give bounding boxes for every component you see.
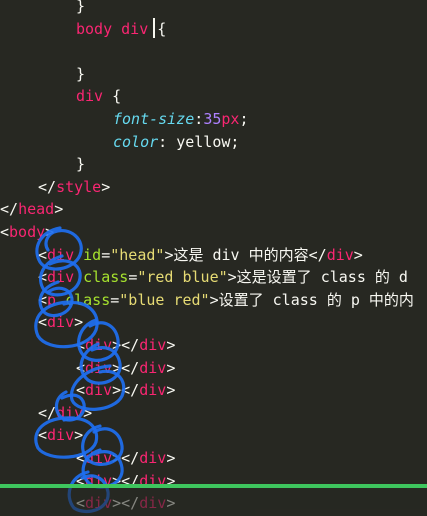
code-token: div: [139, 449, 167, 467]
code-line[interactable]: </head>: [0, 198, 63, 221]
code-line[interactable]: }: [76, 0, 85, 18]
code-token: >: [74, 426, 84, 445]
code-line[interactable]: color: yellow;: [113, 131, 239, 154]
code-token: class: [65, 290, 111, 309]
code-token: >这是设置了 class 的 d: [227, 268, 408, 287]
code-token: :: [158, 132, 177, 151]
code-token: >: [166, 358, 176, 377]
code-token: head: [18, 200, 55, 219]
code-token: div: [326, 245, 354, 264]
code-token: <: [38, 313, 48, 332]
code-token: ></: [112, 336, 140, 354]
code-token: <: [38, 268, 48, 287]
code-line[interactable]: }: [76, 63, 85, 86]
code-token: body div: [76, 19, 149, 38]
code-line[interactable]: <div id="head">这是 div 中的内容</div>: [38, 244, 363, 267]
code-token: <: [76, 449, 86, 467]
code-token: >: [83, 403, 93, 422]
code-line[interactable]: <p class="blue red">设置了 class 的 p 中的内: [38, 289, 414, 312]
code-token: div: [139, 336, 167, 354]
code-line[interactable]: }: [76, 153, 85, 176]
code-token: =: [110, 290, 120, 309]
code-token: div: [139, 358, 167, 377]
code-token: div: [47, 426, 75, 445]
code-token: </: [38, 177, 57, 196]
code-token: </: [0, 200, 19, 219]
code-token: >: [45, 223, 55, 241]
code-token: div: [139, 381, 167, 400]
code-token: <: [76, 336, 86, 354]
code-token: ;: [230, 132, 240, 151]
code-token: ></: [112, 449, 140, 467]
code-line[interactable]: <body>: [0, 221, 54, 244]
code-token: class: [83, 268, 129, 287]
code-token: "blue red": [119, 290, 210, 309]
code-editor[interactable]: } body div {} div {font-size:35px; color: y…: [0, 0, 427, 516]
code-token: ></: [112, 358, 140, 377]
code-line[interactable]: <div></div>: [76, 447, 175, 470]
code-token: yellow: [176, 132, 231, 151]
code-token: <: [76, 358, 86, 377]
code-token: {: [148, 19, 167, 38]
code-token: font-size: [113, 110, 195, 128]
code-token: <: [38, 245, 48, 264]
code-token: <: [38, 426, 48, 445]
code-line[interactable]: <div>: [38, 311, 83, 334]
code-token: :: [194, 110, 204, 128]
code-token: px: [221, 110, 240, 128]
code-token: p: [47, 290, 57, 309]
code-token: }: [76, 0, 86, 15]
code-line[interactable]: <div></div>: [76, 357, 175, 380]
code-line[interactable]: </style>: [38, 176, 110, 199]
code-token: 35: [203, 110, 222, 128]
code-token: "head": [110, 245, 165, 264]
code-token: div: [76, 87, 104, 106]
code-token: >: [353, 245, 363, 264]
code-token: div: [47, 313, 75, 332]
code-line[interactable]: <div class="red blue">这是设置了 class 的 d: [38, 266, 408, 289]
code-token: div: [47, 245, 75, 264]
code-token: ></: [112, 381, 140, 400]
code-token: =: [128, 268, 138, 287]
code-token: body: [9, 223, 46, 241]
code-token: >: [166, 336, 176, 354]
bottom-fade-overlay: [0, 488, 427, 516]
code-line[interactable]: <div>: [38, 424, 83, 447]
code-token: }: [76, 64, 86, 83]
code-token: >设置了 class 的 p 中的内: [209, 290, 414, 309]
code-token: >: [166, 381, 176, 400]
code-token: div: [56, 403, 84, 422]
code-token: ;: [239, 110, 249, 128]
code-token: color: [113, 132, 159, 151]
code-token: <: [0, 223, 10, 241]
code-token: <: [38, 290, 48, 309]
code-token: >: [166, 449, 176, 467]
code-line[interactable]: div {: [76, 85, 121, 108]
code-token: </: [38, 403, 57, 422]
code-line[interactable]: <div></div>: [76, 379, 175, 402]
code-token: div: [85, 358, 113, 377]
code-token: div: [85, 449, 113, 467]
code-token: >: [101, 177, 111, 196]
code-token: div: [85, 381, 113, 400]
code-token: id: [83, 245, 102, 264]
text-cursor: [153, 18, 155, 38]
code-token: {: [103, 87, 122, 106]
code-token: div: [85, 336, 113, 354]
code-token: =: [101, 245, 111, 264]
code-token: "red blue": [137, 268, 228, 287]
code-line[interactable]: <div></div>: [76, 334, 175, 357]
code-token: style: [56, 177, 102, 196]
code-token: <: [76, 381, 86, 400]
code-token: >这是 div 中的内容</: [164, 245, 327, 264]
code-token: >: [74, 313, 84, 332]
code-line[interactable]: font-size:35px;: [113, 108, 248, 131]
code-token: >: [54, 200, 64, 219]
code-line[interactable]: </div>: [38, 402, 92, 425]
code-token: div: [47, 268, 75, 287]
code-token: }: [76, 155, 86, 174]
